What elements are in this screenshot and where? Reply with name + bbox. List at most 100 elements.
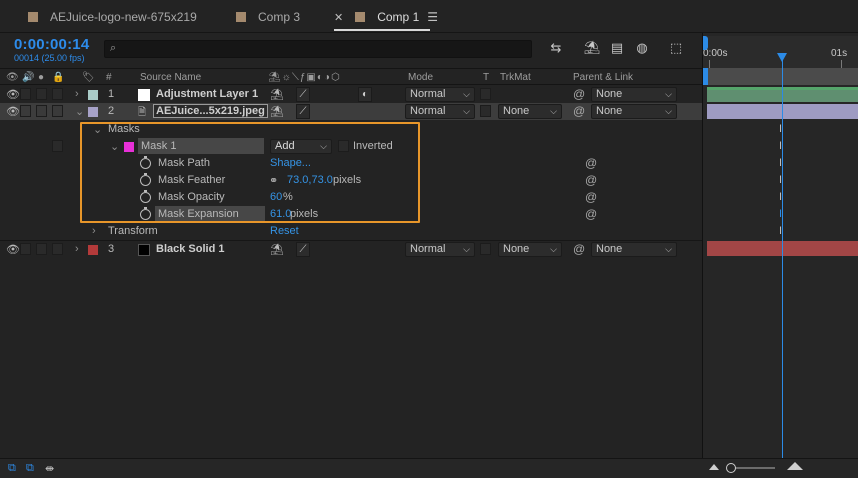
- parent-link-header: Parent & Link: [573, 72, 634, 83]
- work-area-bar[interactable]: [703, 68, 858, 85]
- layer-row[interactable]: 👁 › 3 Black Solid 1 ⛱ ⟋ Normal ⌵ None ⌵ @ …: [0, 240, 702, 257]
- keyframe-navigator-icon[interactable]: I: [779, 226, 785, 237]
- chevron-right-icon[interactable]: ›: [92, 225, 96, 237]
- image-file-icon: 🗎: [138, 107, 147, 118]
- audio-toggle[interactable]: [20, 88, 31, 100]
- keyframe-navigator-icon[interactable]: I: [779, 175, 785, 186]
- layer-name[interactable]: Adjustment Layer 1: [156, 88, 258, 100]
- zoom-out-icon[interactable]: [709, 464, 719, 470]
- motion-blur-icon[interactable]: ◍: [633, 40, 651, 56]
- quality-switch[interactable]: ⟋: [296, 104, 310, 119]
- chevron-down-icon: ⌵: [550, 244, 557, 254]
- keyframe-navigator-icon[interactable]: I: [779, 141, 785, 152]
- pick-whip-icon[interactable]: @: [573, 104, 585, 118]
- tab-comp-1[interactable]: ✕ Comp 1 ☰: [334, 7, 438, 27]
- mask-lock-toggle[interactable]: [52, 140, 63, 152]
- tab-aejuice-logo[interactable]: AEJuice-logo-new-675x219: [28, 7, 197, 27]
- audio-switch-icon[interactable]: 🔊: [22, 72, 34, 83]
- tab-menu-icon[interactable]: ☰: [427, 10, 438, 24]
- source-name-header[interactable]: Source Name: [140, 72, 201, 83]
- lock-toggle[interactable]: [52, 88, 63, 100]
- parent-dropdown[interactable]: None ⌵: [591, 104, 677, 119]
- current-time-indicator-head[interactable]: [777, 53, 787, 62]
- keyframe-navigator-icon[interactable]: I: [779, 192, 785, 203]
- pick-whip-icon[interactable]: @: [573, 87, 585, 101]
- layer-label-color[interactable]: [88, 90, 98, 100]
- tab-comp-3[interactable]: Comp 3: [236, 7, 300, 27]
- keyframe-navigator-icon[interactable]: I: [779, 158, 785, 169]
- keyframe-navigator-icon[interactable]: I: [779, 209, 785, 220]
- chevron-right-icon[interactable]: ›: [75, 88, 79, 100]
- solo-toggle[interactable]: [36, 88, 47, 100]
- quality-switch[interactable]: ⟋: [296, 242, 310, 257]
- current-time-indicator-line[interactable]: [782, 58, 783, 458]
- eye-icon[interactable]: 👁: [6, 243, 20, 256]
- track-matte-dropdown[interactable]: None ⌵: [498, 104, 562, 119]
- tab-label: AEJuice-logo-new-675x219: [50, 10, 197, 24]
- lock-toggle[interactable]: [52, 105, 63, 117]
- layer-label-color[interactable]: [88, 107, 98, 117]
- solo-icon[interactable]: ●: [38, 72, 44, 83]
- video-switch-icon[interactable]: 👁: [6, 72, 19, 83]
- label-tag-icon[interactable]: 🏷: [82, 72, 95, 83]
- graph-editor-icon[interactable]: ⬚: [667, 40, 685, 56]
- preserve-transparency-toggle[interactable]: [480, 105, 491, 117]
- shy-switch-icon[interactable]: ⛱: [270, 105, 284, 118]
- pick-whip-icon[interactable]: @: [585, 190, 597, 204]
- comp-color-swatch: [28, 12, 38, 22]
- preserve-transparency-toggle[interactable]: [480, 88, 491, 100]
- audio-toggle[interactable]: [20, 105, 31, 117]
- eye-icon[interactable]: 👁: [6, 105, 20, 118]
- pick-whip-icon[interactable]: @: [585, 156, 597, 170]
- transform-group-row[interactable]: › Transform Reset: [0, 223, 702, 240]
- mode-header: Mode: [408, 72, 434, 83]
- current-time-display[interactable]: 0:00:00:14: [14, 36, 89, 53]
- chevron-down-icon[interactable]: ⌄: [75, 105, 84, 118]
- close-icon[interactable]: ✕: [334, 11, 343, 24]
- eye-icon[interactable]: 👁: [6, 88, 20, 101]
- mask-properties-highlight: [80, 122, 420, 223]
- preserve-transparency-toggle[interactable]: [480, 243, 491, 255]
- parent-dropdown[interactable]: None ⌵: [591, 87, 677, 102]
- audio-toggle[interactable]: [20, 243, 31, 255]
- pick-whip-icon[interactable]: @: [585, 207, 597, 221]
- lock-icon[interactable]: 🔒: [52, 72, 64, 83]
- work-area-marker: [703, 68, 708, 85]
- transfer-controls-toggle-icon[interactable]: ⧉: [26, 462, 34, 475]
- layer-label-color[interactable]: [88, 245, 98, 255]
- layer-row[interactable]: 👁 › 1 Adjustment Layer 1 ⛱ ⟋ ◐ Normal ⌵ @…: [0, 86, 702, 103]
- layer-name[interactable]: Black Solid 1: [156, 243, 224, 255]
- keyframe-navigator-icon[interactable]: I: [779, 124, 785, 135]
- shy-switch-icon[interactable]: ⛱: [270, 243, 284, 256]
- lock-toggle[interactable]: [52, 243, 63, 255]
- layer-row[interactable]: 👁 ⌄ 2 🗎 AEJuice...5x219.jpeg ⛱ ⟋ Normal ⌵…: [0, 103, 702, 120]
- frame-rate-display: 00014 (25.00 fps): [14, 53, 85, 63]
- composition-mini-flowchart-icon[interactable]: ⇆: [547, 40, 565, 56]
- layer-search-input[interactable]: [104, 40, 532, 58]
- chevron-down-icon: ⌵: [665, 89, 672, 99]
- pick-whip-icon[interactable]: @: [573, 242, 585, 256]
- hide-shy-layers-icon[interactable]: ⛱: [583, 40, 601, 56]
- layer-name[interactable]: AEJuice...5x219.jpeg: [153, 104, 268, 118]
- frame-blending-icon[interactable]: ▤: [608, 40, 626, 56]
- zoom-in-icon[interactable]: [787, 462, 803, 470]
- transform-reset-link[interactable]: Reset: [270, 225, 299, 237]
- adjustment-layer-switch[interactable]: ◐: [358, 87, 372, 102]
- solo-toggle[interactable]: [36, 243, 47, 255]
- quality-switch[interactable]: ⟋: [296, 87, 310, 102]
- chevron-right-icon[interactable]: ›: [75, 243, 79, 255]
- in-out-toggle-icon[interactable]: ⇼: [45, 462, 54, 475]
- layer-switches-toggle-icon[interactable]: ⧉: [8, 462, 16, 475]
- time-ruler[interactable]: 0:00s 01s: [703, 36, 858, 68]
- zoom-slider-knob[interactable]: [726, 463, 736, 473]
- solo-toggle[interactable]: [36, 105, 47, 117]
- shy-switch-icon[interactable]: ⛱: [270, 88, 284, 101]
- blend-mode-dropdown[interactable]: Normal ⌵: [405, 104, 475, 119]
- pick-whip-icon[interactable]: @: [585, 173, 597, 187]
- blend-mode-dropdown[interactable]: Normal ⌵: [405, 242, 475, 257]
- parent-dropdown[interactable]: None ⌵: [591, 242, 677, 257]
- track-matte-dropdown[interactable]: None ⌵: [498, 242, 562, 257]
- ruler-tick: [841, 60, 842, 68]
- blend-mode-dropdown[interactable]: Normal ⌵: [405, 87, 475, 102]
- work-area-start-handle[interactable]: [703, 36, 708, 50]
